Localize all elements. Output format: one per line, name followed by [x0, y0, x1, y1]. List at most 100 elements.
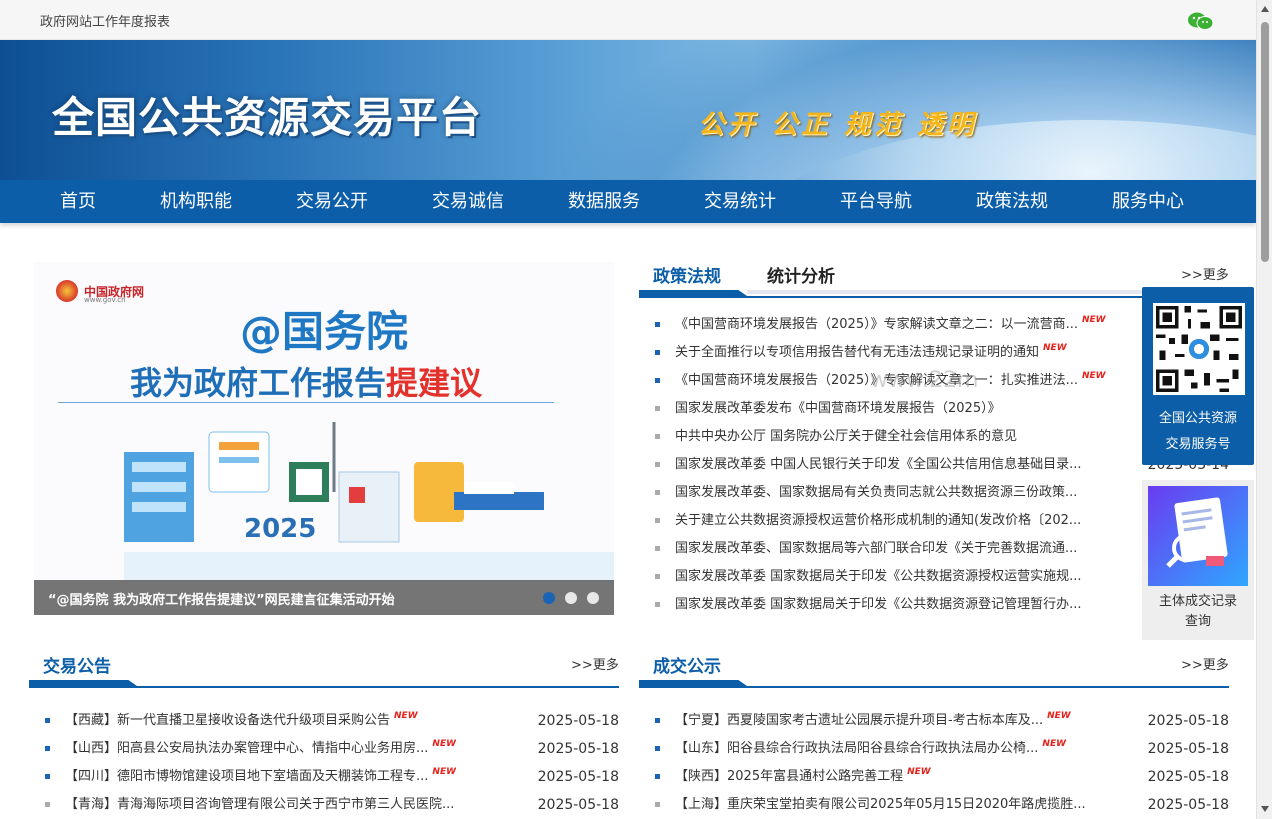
deal-notice-list: 【宁夏】西夏陵国家考古遗址公园展示提升项目-考古标本库及... NEW 2025-0…: [655, 707, 1229, 819]
list-item-title[interactable]: 【四川】德阳市博物馆建设项目地下室墙面及天棚装饰工程专... NEW: [65, 763, 456, 791]
list-item[interactable]: 【宁夏】西夏陵国家考古遗址公园展示提升项目-考古标本库及... NEW 2025-0…: [655, 707, 1229, 735]
deal-notice-more-link[interactable]: >>更多: [1181, 654, 1229, 673]
new-badge: NEW: [1043, 343, 1067, 353]
nav-trade-credit[interactable]: 交易诚信: [400, 180, 536, 223]
list-bullet-icon: [655, 802, 660, 807]
list-bullet-icon: [655, 746, 660, 751]
trade-notice-list: 【西藏】新一代直播卫星接收设备迭代升级项目采购公告 NEW 2025-05-18 【山…: [45, 707, 619, 819]
tab-statistics[interactable]: 统计分析: [767, 262, 835, 287]
page-scrollbar[interactable]: [1256, 0, 1272, 819]
list-item-date: 2025-05-18: [1147, 769, 1229, 785]
list-item-title[interactable]: 关于建立公共数据资源授权运营价格形成机制的通知(发改价格〔202...: [675, 507, 1081, 535]
list-item-date: 2025-05-18: [1147, 741, 1229, 757]
city-illustration: 2025: [124, 422, 614, 582]
list-bullet-icon: [655, 350, 660, 355]
list-bullet-icon: [655, 774, 660, 779]
list-item-title[interactable]: 国家发展改革委、国家数据局有关负责同志就公共数据资源三份政策...: [675, 479, 1077, 507]
news-carousel[interactable]: 中国政府网 www.gov.cn @国务院 我为政府工作报告提建议 2025 “…: [34, 262, 614, 615]
new-badge: NEW: [1081, 371, 1106, 381]
nav-home[interactable]: 首页: [28, 180, 128, 223]
list-item[interactable]: 【上海】重庆荣宝堂拍卖有限公司2025年05月15日2020年路虎揽胜... 20…: [655, 791, 1229, 819]
list-item[interactable]: 【陕西】2025年富县通村公路完善工程 NEW 2025-05-18: [655, 763, 1229, 791]
site-title[interactable]: 全国公共资源交易平台: [52, 84, 482, 145]
carousel-caption-bar[interactable]: “@国务院 我为政府工作报告提建议”网民建言征集活动开始: [34, 580, 614, 615]
policy-divider: [639, 296, 1229, 298]
list-item-date: 2025-05-18: [537, 769, 619, 785]
list-item-title[interactable]: 【青海】青海海际项目咨询管理有限公司关于西宁市第三人民医院...: [65, 791, 454, 819]
list-item[interactable]: 【四川】德阳市博物馆建设项目地下室墙面及天棚装饰工程专... NEW 2025-05…: [45, 763, 619, 791]
carousel-year: 2025: [244, 514, 316, 544]
list-bullet-icon: [45, 802, 50, 807]
carousel-dot-3[interactable]: [587, 592, 599, 604]
list-item-title[interactable]: 【山西】阳高县公安局执法办案管理中心、情指中心业务用房... NEW: [65, 735, 456, 763]
nav-data-service[interactable]: 数据服务: [536, 180, 672, 223]
nav-organization[interactable]: 机构职能: [128, 180, 264, 223]
list-bullet-icon: [655, 602, 660, 607]
scroll-thumb[interactable]: [1261, 22, 1269, 262]
carousel-dot-1[interactable]: [543, 592, 555, 604]
list-bullet-icon: [655, 518, 660, 523]
deal-notice-divider: [639, 686, 1229, 688]
nav-service-center[interactable]: 服务中心: [1080, 180, 1216, 223]
carousel-headline: @国务院: [239, 307, 408, 356]
record-label-line1: 主体成交记录: [1158, 594, 1237, 609]
scroll-down-arrow-icon[interactable]: [1261, 806, 1269, 812]
new-badge: NEW: [1081, 315, 1106, 325]
carousel-dot-2[interactable]: [565, 592, 577, 604]
wechat-icon[interactable]: [1187, 11, 1215, 31]
scroll-up-arrow-icon[interactable]: [1261, 6, 1269, 12]
trade-notice-title[interactable]: 交易公告: [43, 652, 111, 677]
site-slogan: 公开 公正 规范 透明: [698, 110, 978, 140]
document-search-icon: [1148, 486, 1248, 586]
list-bullet-icon: [45, 718, 50, 723]
list-item[interactable]: 【西藏】新一代直播卫星接收设备迭代升级项目采购公告 NEW 2025-05-18: [45, 707, 619, 735]
nav-trade-public[interactable]: 交易公开: [264, 180, 400, 223]
list-item-title[interactable]: 国家发展改革委、国家数据局等六部门联合印发《关于完善数据流通...: [675, 535, 1077, 563]
new-badge: NEW: [907, 767, 931, 777]
new-badge: NEW: [432, 767, 457, 777]
list-item-title[interactable]: 国家发展改革委 中国人民银行关于印发《全国公共信用信息基础目录...: [675, 451, 1082, 479]
list-item[interactable]: 【山东】阳谷县综合行政执法局阳谷县综合行政执法局办公椅... NEW 2025-05…: [655, 735, 1229, 763]
list-item-title[interactable]: 【上海】重庆荣宝堂拍卖有限公司2025年05月15日2020年路虎揽胜...: [675, 791, 1086, 819]
list-bullet-icon: [655, 406, 660, 411]
list-bullet-icon: [655, 546, 660, 551]
tab-policy[interactable]: 政策法规: [653, 262, 721, 287]
new-badge: NEW: [1047, 711, 1071, 721]
list-item-title[interactable]: 关于全面推行以专项信用报告替代有无违法违规记录证明的通知 NEW: [675, 339, 1067, 367]
list-item-title[interactable]: 国家发展改革委发布《中国营商环境发展报告（2025）》: [675, 395, 1001, 423]
list-item-date: 2025-05-18: [1147, 797, 1229, 813]
service-account-qr-panel[interactable]: 全国公共资源 交易服务号: [1142, 287, 1254, 465]
list-bullet-icon: [45, 746, 50, 751]
list-item-title[interactable]: 中共中央办公厅 国务院办公厅关于健全社会信用体系的意见: [675, 423, 1017, 451]
watermark: www.22m: [870, 368, 979, 393]
list-item-title[interactable]: 《中国营商环境发展报告（2025）》专家解读文章之二：以一流营商... NEW: [675, 311, 1106, 339]
list-bullet-icon: [655, 462, 660, 467]
new-badge: NEW: [432, 739, 457, 749]
list-bullet-icon: [655, 574, 660, 579]
list-item-date: 2025-05-18: [537, 741, 619, 757]
nav-platform-guide[interactable]: 平台导航: [808, 180, 944, 223]
top-bar: 政府网站工作年度报表: [0, 0, 1256, 40]
list-item[interactable]: 【山西】阳高县公安局执法办案管理中心、情指中心业务用房... NEW 2025-05…: [45, 735, 619, 763]
list-bullet-icon: [655, 434, 660, 439]
policy-more-link[interactable]: >>更多: [1181, 264, 1229, 283]
site-banner: 全国公共资源交易平台 公开 公正 规范 透明: [0, 40, 1256, 180]
nav-policy[interactable]: 政策法规: [944, 180, 1080, 223]
new-badge: NEW: [394, 711, 418, 721]
trade-notice-divider: [29, 686, 619, 688]
deal-notice-title[interactable]: 成交公示: [653, 652, 721, 677]
list-item-title[interactable]: 【西藏】新一代直播卫星接收设备迭代升级项目采购公告 NEW: [65, 707, 418, 735]
list-item-title[interactable]: 国家发展改革委 国家数据局关于印发《公共数据资源授权运营实施规...: [675, 563, 1082, 591]
list-item-title[interactable]: 【陕西】2025年富县通村公路完善工程 NEW: [675, 763, 931, 791]
list-bullet-icon: [45, 774, 50, 779]
nav-trade-stats[interactable]: 交易统计: [672, 180, 808, 223]
annual-report-link[interactable]: 政府网站工作年度报表: [40, 11, 170, 30]
list-item-title[interactable]: 国家发展改革委 国家数据局关于印发《公共数据资源登记管理暂行办...: [675, 591, 1082, 619]
carousel-caption[interactable]: “@国务院 我为政府工作报告提建议”网民建言征集活动开始: [48, 589, 395, 608]
list-item[interactable]: 【青海】青海海际项目咨询管理有限公司关于西宁市第三人民医院... 2025-05-…: [45, 791, 619, 819]
deal-record-query-panel[interactable]: 主体成交记录 查询: [1142, 480, 1254, 640]
list-item-title[interactable]: 【山东】阳谷县综合行政执法局阳谷县综合行政执法局办公椅... NEW: [675, 735, 1066, 763]
list-item-date: 2025-05-18: [537, 797, 619, 813]
list-item-title[interactable]: 【宁夏】西夏陵国家考古遗址公园展示提升项目-考古标本库及... NEW: [675, 707, 1071, 735]
trade-notice-more-link[interactable]: >>更多: [571, 654, 619, 673]
